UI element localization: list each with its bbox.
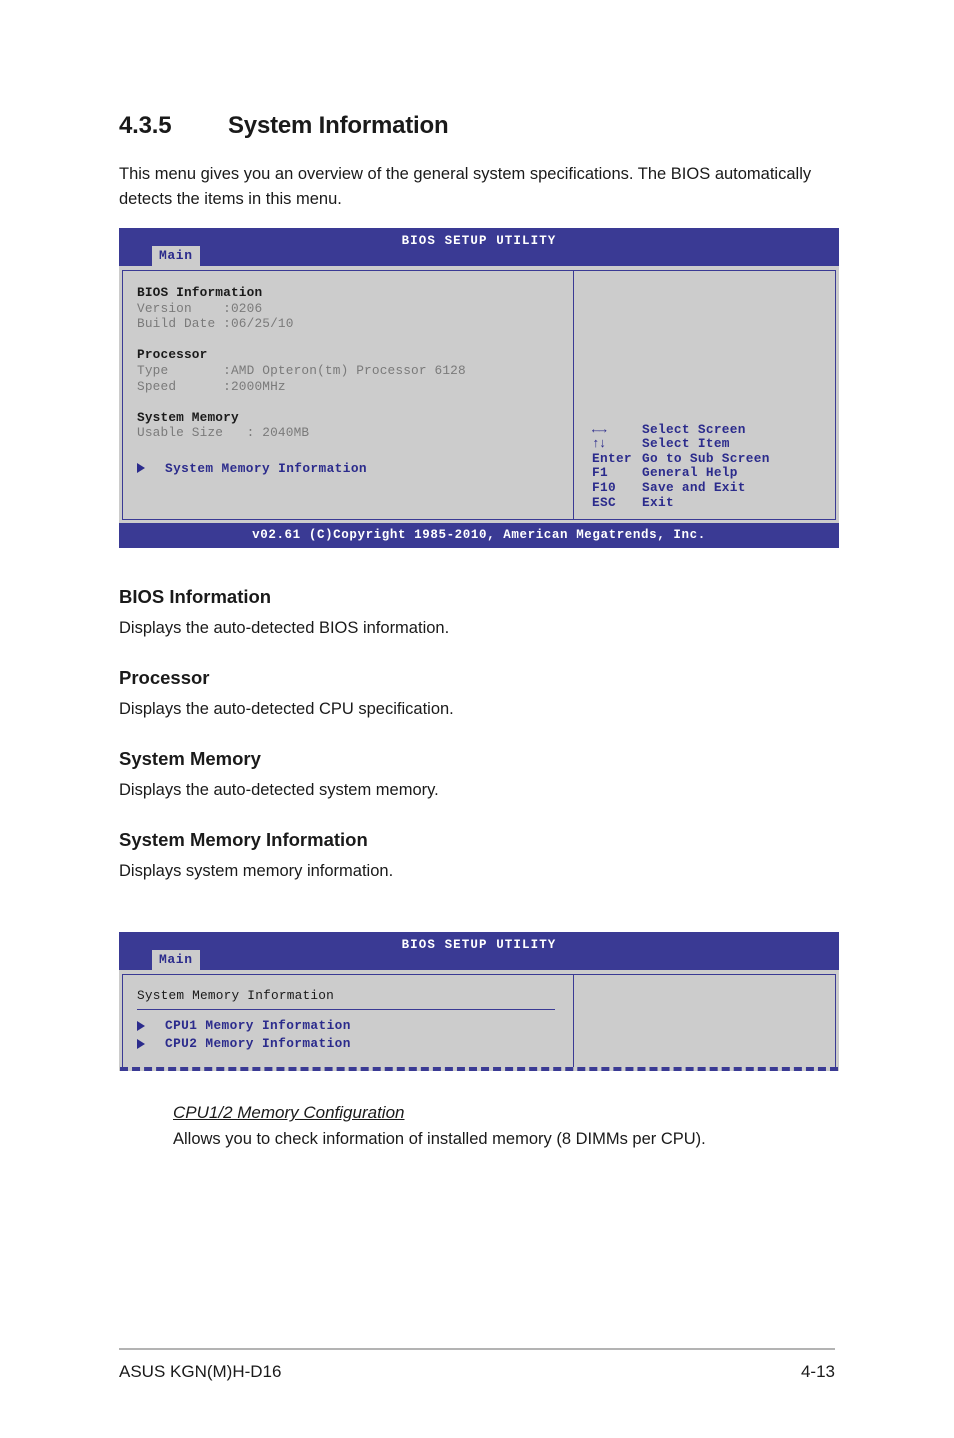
bios-field-cpu-speed: Speed :2000MHz: [137, 378, 286, 394]
nav-key-esc: ESC: [592, 494, 616, 510]
nav-key-f10: F10: [592, 479, 616, 495]
bios-spacer: [137, 492, 573, 508]
bios-main-panel: BIOS Information Version :0206 Build Dat…: [123, 271, 574, 520]
bios-field-build-date: Build Date :06/25/10: [137, 316, 294, 332]
intro-paragraph: This menu gives you an overview of the g…: [119, 165, 812, 208]
bios-tab-main[interactable]: Main: [152, 246, 200, 266]
bios-titlebar: BIOS SETUP UTILITY Main: [119, 228, 839, 266]
bios-submenu-label: CPU1 Memory Information: [165, 1018, 351, 1034]
bios-copyright-footer: v02.61 (C)Copyright 1985-2010, American …: [119, 523, 839, 549]
triangle-right-icon: [137, 463, 145, 474]
nav-key-row: F1 General Help: [592, 466, 770, 481]
description-block-processor: Processor Displays the auto-detected CPU…: [119, 665, 839, 722]
description-heading: Processor: [119, 667, 210, 689]
description-block-system-memory-information: System Memory Information Displays syste…: [119, 827, 839, 884]
nav-key-row: ↑↓ Select Item: [592, 437, 770, 452]
bios-main-panel: System Memory Information CPU1 Memory In…: [123, 975, 574, 1068]
bios-field-cpu-type: Type :AMD Opteron(tm) Processor 6128: [137, 362, 466, 378]
bios-submenu-label: CPU2 Memory Information: [165, 1036, 351, 1052]
subsection-text: Allows you to check information of insta…: [173, 1130, 706, 1149]
bios-spacer: [137, 476, 573, 492]
footer-page-number: 4-13: [800, 1362, 835, 1381]
manual-page: 4.3.5 System Information This menu gives…: [0, 0, 954, 1438]
nav-key-desc: General Help: [642, 465, 738, 481]
footer-product-name: ASUS KGN(M)H-D16: [119, 1362, 282, 1381]
nav-key-row: Enter Go to Sub Screen: [592, 450, 770, 467]
bios-group-heading-system-memory: System Memory: [137, 409, 239, 425]
triangle-right-icon: [137, 1038, 145, 1049]
subsection-heading: CPU1/2 Memory Configuration: [173, 1103, 405, 1123]
description-heading: System Memory: [119, 748, 261, 770]
nav-key-f1: F1: [592, 465, 608, 481]
page-footer: ASUS KGN(M)H-D16 4-13: [119, 1362, 835, 1382]
up-down-arrow-icon: ↑↓: [592, 436, 607, 452]
bios-field-version: Version :0206: [137, 300, 263, 316]
bios-titlebar: BIOS SETUP UTILITY Main: [119, 932, 839, 971]
page-content: 4.3.5 System Information This menu gives…: [119, 112, 839, 1152]
bios-spacer: [137, 332, 573, 348]
description-block-system-memory: System Memory Displays the auto-detected…: [119, 746, 839, 803]
bios-help-panel: [574, 975, 835, 1067]
nav-key-row: ←→ Select Screen: [592, 421, 770, 438]
section-number: 4.3.5: [119, 112, 172, 139]
left-right-arrow-icon: ←→: [592, 421, 607, 437]
bios-tab-main[interactable]: Main: [152, 950, 200, 971]
bios-spacer: [137, 394, 573, 410]
nav-key-row: ESC Exit: [592, 494, 770, 511]
description-text: Displays the auto-detected CPU specifica…: [119, 700, 454, 719]
nav-key-enter: Enter: [592, 450, 632, 466]
bios-submenu-cpu2-memory-information[interactable]: CPU2 Memory Information: [137, 1036, 573, 1051]
subsection-cpu-memory-configuration: CPU1/2 Memory Configuration Allows you t…: [173, 1101, 839, 1152]
bios-field-usable-size: Usable Size : 2040MB: [137, 425, 310, 441]
nav-key-row: F10 Save and Exit: [592, 479, 770, 496]
bios-screen-memory-information: BIOS SETUP UTILITY Main System Memory In…: [119, 932, 839, 1072]
description-text: Displays the auto-detected system memory…: [119, 781, 439, 800]
bios-utility-title: BIOS SETUP UTILITY: [401, 234, 557, 248]
screenshot-truncation-dashed-line: [120, 1067, 838, 1072]
bios-help-panel: ←→ Select Screen ↑↓ Select Item Enter Go…: [574, 271, 835, 519]
bios-utility-title: BIOS SETUP UTILITY: [401, 938, 557, 953]
bios-submenu-system-memory-information[interactable]: System Memory Information: [137, 461, 573, 476]
footer-divider: [119, 1348, 835, 1350]
description-text: Displays the auto-detected BIOS informat…: [119, 619, 450, 638]
bios-body: BIOS Information Version :0206 Build Dat…: [122, 270, 836, 521]
description-heading: BIOS Information: [119, 586, 272, 608]
nav-key-desc: Save and Exit: [642, 479, 746, 495]
description-text: Displays system memory information.: [119, 862, 394, 881]
bios-submenu-cpu1-memory-information[interactable]: CPU1 Memory Information: [137, 1018, 573, 1033]
bios-body: System Memory Information CPU1 Memory In…: [122, 974, 836, 1068]
section-heading: 4.3.5 System Information: [119, 112, 839, 140]
nav-key-desc: Exit: [642, 494, 674, 510]
bios-submenu-label: System Memory Information: [165, 460, 367, 476]
nav-key-desc: Select Item: [642, 436, 730, 452]
bios-group-heading-processor: Processor: [137, 347, 208, 363]
nav-key-desc: Select Screen: [642, 421, 746, 437]
triangle-right-icon: [137, 1020, 145, 1031]
bios-screen-main: BIOS SETUP UTILITY Main BIOS Information…: [119, 228, 839, 549]
bios-nav-key-legend: ←→ Select Screen ↑↓ Select Item Enter Go…: [592, 421, 770, 511]
bios-group-heading: BIOS Information: [137, 285, 263, 300]
page-title: System Information: [228, 112, 449, 139]
description-heading: System Memory Information: [119, 829, 368, 851]
description-block-bios-information: BIOS Information Displays the auto-detec…: [119, 584, 839, 641]
bios-panel-title: System Memory Information: [137, 988, 555, 1011]
nav-key-desc: Go to Sub Screen: [642, 450, 770, 466]
